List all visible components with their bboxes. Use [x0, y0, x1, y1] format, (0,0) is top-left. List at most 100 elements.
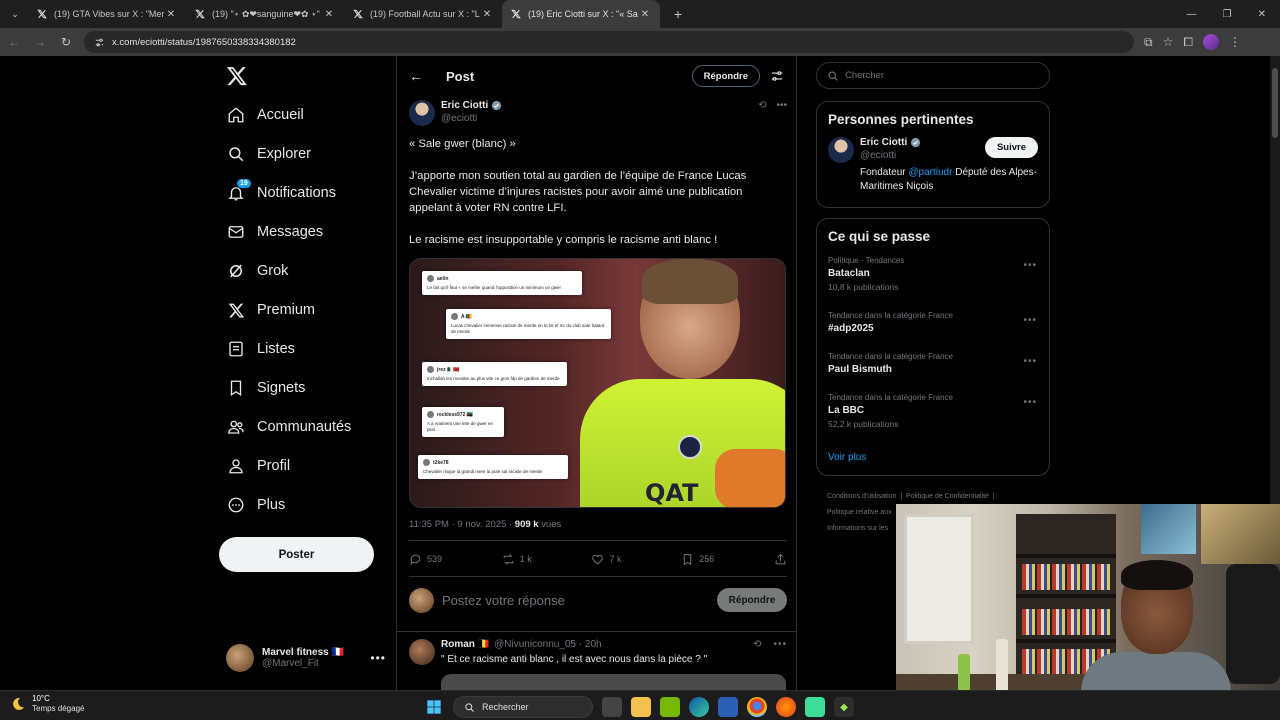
grok-explain-icon[interactable]: ⟲ — [758, 100, 766, 111]
trend-item[interactable]: Politique · Tendances Bataclan 10,8 k pu… — [817, 250, 1049, 305]
reply-submit-button[interactable]: Répondre — [717, 588, 787, 612]
trend-item[interactable]: Tendance dans la catégorie France #adp20… — [817, 305, 1049, 346]
author-name-row[interactable]: Eric Ciotti — [441, 100, 502, 111]
reply-input[interactable]: Postez votre réponse — [442, 593, 565, 608]
nav-item-accueil[interactable]: Accueil — [226, 101, 304, 129]
tweet-timestamp[interactable]: 11:35 PM · 9 nov. 2025 · — [409, 519, 515, 530]
more-dots-icon[interactable]: ••• — [1023, 315, 1037, 326]
grok-icon — [226, 261, 246, 281]
repost-count: 1 k — [519, 554, 532, 564]
nav-item-notifications[interactable]: 19 Notifications — [226, 179, 336, 207]
weather-widget[interactable]: 10°C Temps dégagé — [10, 694, 84, 714]
extensions-icon[interactable]: ⧠ — [1183, 35, 1193, 50]
nav-item-plus[interactable]: Plus — [226, 491, 285, 519]
more-dots-icon[interactable]: ••• — [776, 100, 787, 111]
avatar[interactable] — [409, 100, 435, 126]
nav-item-messages[interactable]: Messages — [226, 218, 323, 246]
nvidia-icon[interactable] — [660, 697, 680, 717]
post-button[interactable]: Poster — [219, 537, 374, 572]
reload-icon[interactable]: ↻ — [54, 30, 78, 54]
reply-stat[interactable]: 539 — [409, 553, 442, 566]
footer-link[interactable]: Politique de Confidentialité — [906, 493, 989, 500]
reply-image[interactable] — [441, 674, 786, 690]
site-info-icon[interactable] — [94, 36, 106, 48]
back-icon[interactable]: ← — [2, 30, 26, 54]
reply-icon — [410, 554, 421, 565]
chrome-icon[interactable] — [747, 697, 767, 717]
close-window-icon[interactable]: ✕ — [1258, 9, 1266, 20]
restore-icon[interactable]: ❐ — [1223, 9, 1232, 20]
like-stat[interactable]: 7 k — [591, 553, 622, 566]
store-icon[interactable] — [718, 697, 738, 717]
avatar[interactable] — [828, 137, 854, 163]
menu-icon[interactable]: ⋮ — [1229, 35, 1241, 49]
bookmark-stat[interactable]: 256 — [681, 553, 714, 566]
firefox-icon[interactable] — [776, 697, 796, 717]
profile-avatar[interactable] — [1202, 34, 1219, 50]
reply-author[interactable]: Roman 🇧🇪 — [441, 639, 490, 650]
more-dots-icon[interactable]: ••• — [773, 639, 787, 650]
reply-button-header[interactable]: Répondre — [691, 65, 760, 87]
back-arrow-icon[interactable]: ← — [409, 68, 433, 84]
follow-button[interactable]: Suivre — [984, 137, 1038, 158]
more-dots-icon[interactable]: ••• — [1023, 260, 1037, 271]
related-user[interactable]: Eric Ciotti @eciotti Suivre — [817, 133, 1049, 163]
install-app-icon[interactable]: ⧉ — [1144, 35, 1153, 50]
tab-close-icon[interactable]: ✕ — [638, 9, 652, 20]
browser-tab-3[interactable]: (19) Football Actu sur X : "Luca ✕ — [344, 0, 502, 28]
tab-search-dropdown[interactable]: ⌄ — [2, 4, 28, 24]
bookmark-star-icon[interactable]: ☆ — [1163, 35, 1174, 49]
more-dots-icon[interactable]: ••• — [370, 651, 386, 665]
more-dots-icon[interactable]: ••• — [1023, 397, 1037, 408]
tweet-image[interactable]: QAT aelin Le fait qu'il faut « se mefier… — [409, 258, 786, 508]
share-stat[interactable] — [774, 553, 787, 566]
trend-category: Tendance dans la catégorie France — [828, 393, 953, 402]
browser-tab-2[interactable]: (19) "⋆ ✿❤sanguine❤✿ ⋆" (@ ✕ — [186, 0, 344, 28]
bio-mention-link[interactable]: @partiudr — [908, 167, 952, 178]
edge-icon[interactable] — [689, 697, 709, 717]
see-more-link[interactable]: Voir plus — [817, 442, 1049, 477]
sliders-icon[interactable] — [770, 69, 784, 83]
screenshot-user: aelin — [437, 275, 449, 282]
browser-tab-1[interactable]: (19) GTA Vibes sur X : "Merci. G ✕ — [28, 0, 186, 28]
minimize-icon[interactable]: — — [1187, 9, 1197, 20]
nav-item-signets[interactable]: Signets — [226, 374, 305, 402]
nav-item-premium[interactable]: Premium — [226, 296, 315, 324]
account-switcher[interactable]: Marvel fitness 🇫🇷 @Marvel_Fit ••• — [226, 641, 386, 675]
footer-link[interactable]: Informations sur les — [827, 525, 888, 532]
reply-tweet[interactable]: Roman 🇧🇪 @Nivuniconnu_05 · 20h ⟲ ••• " E… — [409, 639, 787, 690]
forward-icon[interactable]: → — [28, 30, 52, 54]
xbox-icon[interactable]: ◆ — [834, 697, 854, 717]
search-placeholder: Chercher — [845, 70, 885, 81]
address-bar[interactable]: x.com/eciotti/status/1987650338334380182 — [84, 31, 1134, 53]
screenshot-card: A 🇨🇲 Lucas chevalier immense raciste de … — [446, 309, 611, 339]
trend-item[interactable]: Tendance dans la catégorie France Paul B… — [817, 346, 1049, 387]
scrollbar-thumb[interactable] — [1272, 68, 1278, 138]
nav-item-profil[interactable]: Profil — [226, 452, 290, 480]
more-dots-icon[interactable]: ••• — [1023, 356, 1037, 367]
x-logo-icon[interactable] — [226, 65, 248, 87]
tweet-meta: 11:35 PM · 9 nov. 2025 · 909 k vues — [409, 519, 561, 530]
nav-item-grok[interactable]: Grok — [226, 257, 288, 285]
app-icon[interactable] — [805, 697, 825, 717]
tab-close-icon[interactable]: ✕ — [480, 9, 494, 20]
nav-item-listes[interactable]: Listes — [226, 335, 295, 363]
browser-tab-4-active[interactable]: (19) Eric Ciotti sur X : "« Sale gw ✕ — [502, 0, 660, 28]
file-explorer-icon[interactable] — [631, 697, 651, 717]
nav-item-explorer[interactable]: Explorer — [226, 140, 311, 168]
tab-close-icon[interactable]: ✕ — [164, 9, 178, 20]
footer-link[interactable]: Conditions d'utilisation — [827, 493, 896, 500]
new-tab-button[interactable]: + — [666, 6, 690, 22]
trend-name: Paul Bismuth — [828, 364, 892, 375]
search-input[interactable]: Chercher — [816, 62, 1050, 89]
trend-item[interactable]: Tendance dans la catégorie France La BBC… — [817, 387, 1049, 442]
nav-item-communautes[interactable]: Communautés — [226, 413, 351, 441]
task-view-icon[interactable] — [602, 697, 622, 717]
footer-link[interactable]: Politique relative aux — [827, 509, 892, 516]
repost-stat[interactable]: 1 k — [502, 553, 532, 566]
windows-start-icon[interactable] — [424, 697, 444, 717]
avatar[interactable] — [409, 639, 435, 665]
grok-explain-icon[interactable]: ⟲ — [753, 639, 761, 650]
tab-close-icon[interactable]: ✕ — [322, 9, 336, 20]
taskbar-search[interactable]: Rechercher — [453, 696, 593, 718]
